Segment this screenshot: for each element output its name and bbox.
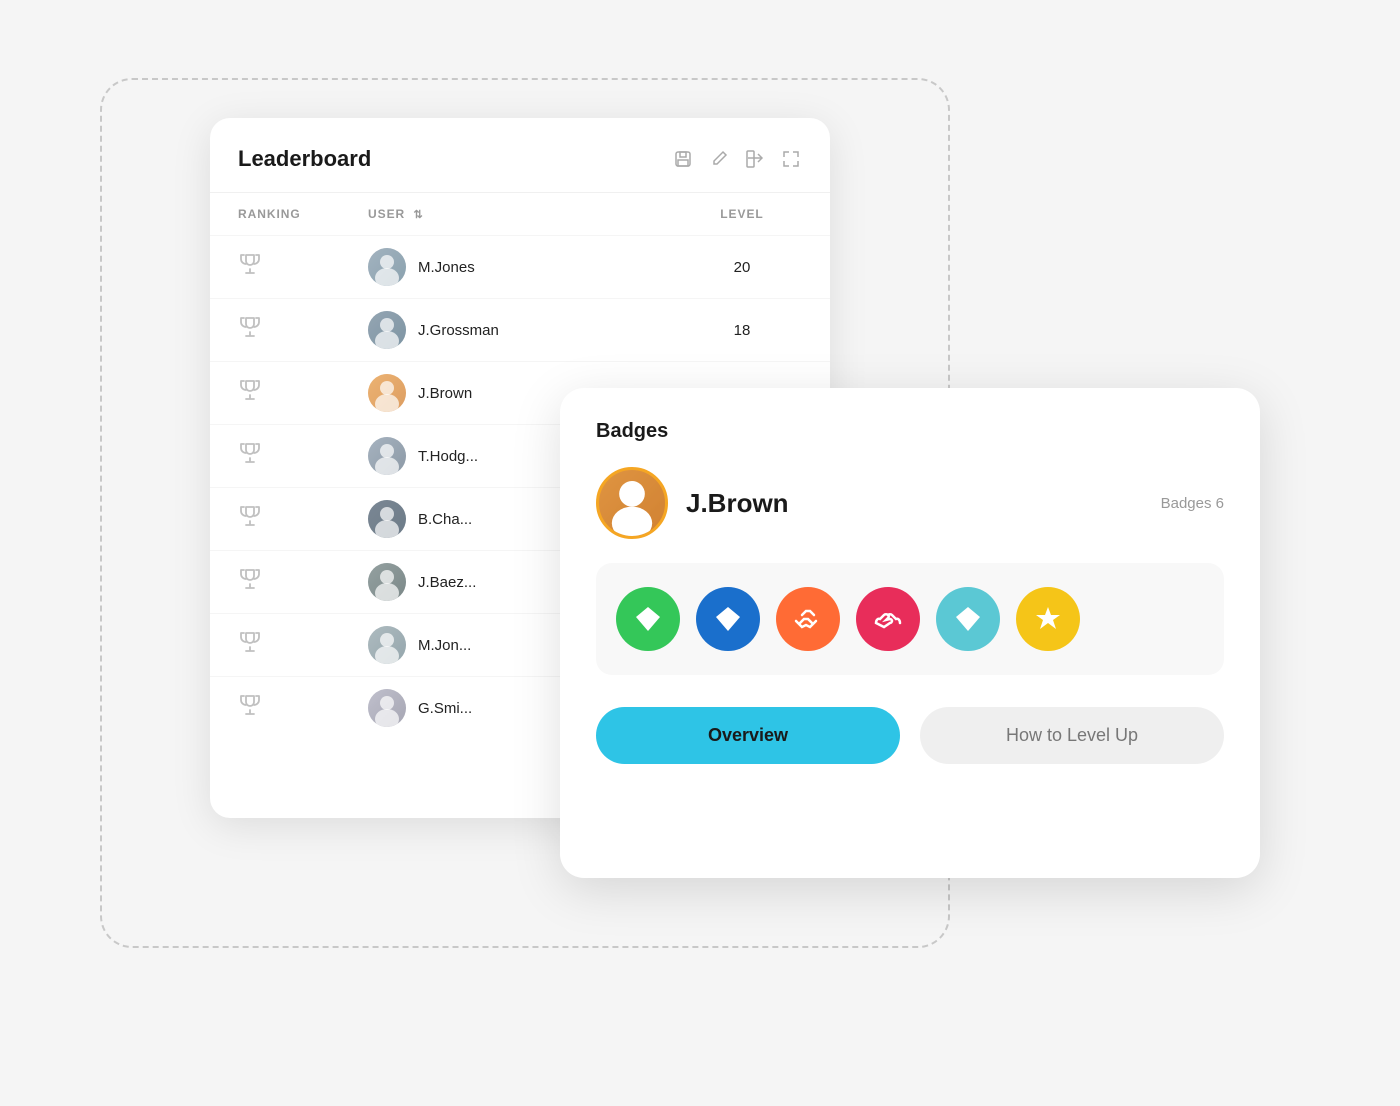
avatar: [368, 689, 406, 727]
user-profile-left: J.Brown: [596, 467, 789, 539]
trophy-icon: [238, 630, 368, 660]
avatar: [368, 626, 406, 664]
leaderboard-title: Leaderboard: [238, 146, 371, 172]
diamond-green-badge: [616, 587, 680, 651]
diamond-blue-badge: [696, 587, 760, 651]
badges-grid-row: [596, 563, 1224, 675]
overview-button[interactable]: Overview: [596, 707, 900, 764]
leaderboard-header: Leaderboard: [210, 146, 830, 193]
trophy-icon: [238, 441, 368, 471]
badges-count: Badges 6: [1161, 495, 1224, 512]
avatar: [368, 248, 406, 286]
trophy-icon: [238, 315, 368, 345]
header-icons: [672, 148, 802, 170]
user-profile-row: J.Brown Badges 6: [596, 467, 1224, 539]
badges-title: Badges: [596, 420, 1224, 443]
expand-icon[interactable]: [780, 148, 802, 170]
user-name: M.Jon...: [418, 637, 471, 654]
user-name: B.Cha...: [418, 511, 472, 528]
table-row: M.Jones 20: [210, 235, 830, 298]
save-icon[interactable]: [672, 148, 694, 170]
profile-avatar: [596, 467, 668, 539]
handshake-badge: [776, 587, 840, 651]
user-name: J.Baez...: [418, 574, 476, 591]
share-icon[interactable]: [744, 148, 766, 170]
col-ranking: RANKING: [238, 207, 368, 221]
edit-icon[interactable]: [708, 148, 730, 170]
sort-icon[interactable]: ⇅: [413, 208, 423, 221]
trophy-icon: [238, 567, 368, 597]
user-name: M.Jones: [418, 259, 475, 276]
level-up-button[interactable]: How to Level Up: [920, 707, 1224, 764]
trophy-icon: [238, 693, 368, 723]
user-cell: J.Grossman: [368, 311, 682, 349]
diamond-teal-badge: [936, 587, 1000, 651]
table-header: RANKING USER ⇅ LEVEL: [210, 193, 830, 235]
avatar: [368, 311, 406, 349]
profile-name: J.Brown: [686, 488, 789, 519]
avatar: [368, 374, 406, 412]
user-name: J.Brown: [418, 385, 472, 402]
level-value: 18: [682, 322, 802, 339]
heart-hands-badge: [856, 587, 920, 651]
user-name: G.Smi...: [418, 700, 472, 717]
star-badge: [1016, 587, 1080, 651]
trophy-icon: [238, 504, 368, 534]
trophy-icon: [238, 378, 368, 408]
avatar: [368, 437, 406, 475]
user-name: J.Grossman: [418, 322, 499, 339]
col-level: LEVEL: [682, 207, 802, 221]
avatar: [368, 563, 406, 601]
table-row: J.Grossman 18: [210, 298, 830, 361]
badges-card: Badges J.Brown Badges 6 Overview How to …: [560, 388, 1260, 878]
user-name: T.Hodg...: [418, 448, 478, 465]
level-value: 20: [682, 259, 802, 276]
col-user: USER ⇅: [368, 207, 682, 221]
user-cell: M.Jones: [368, 248, 682, 286]
avatar: [368, 500, 406, 538]
trophy-icon: [238, 252, 368, 282]
buttons-row: Overview How to Level Up: [596, 707, 1224, 764]
